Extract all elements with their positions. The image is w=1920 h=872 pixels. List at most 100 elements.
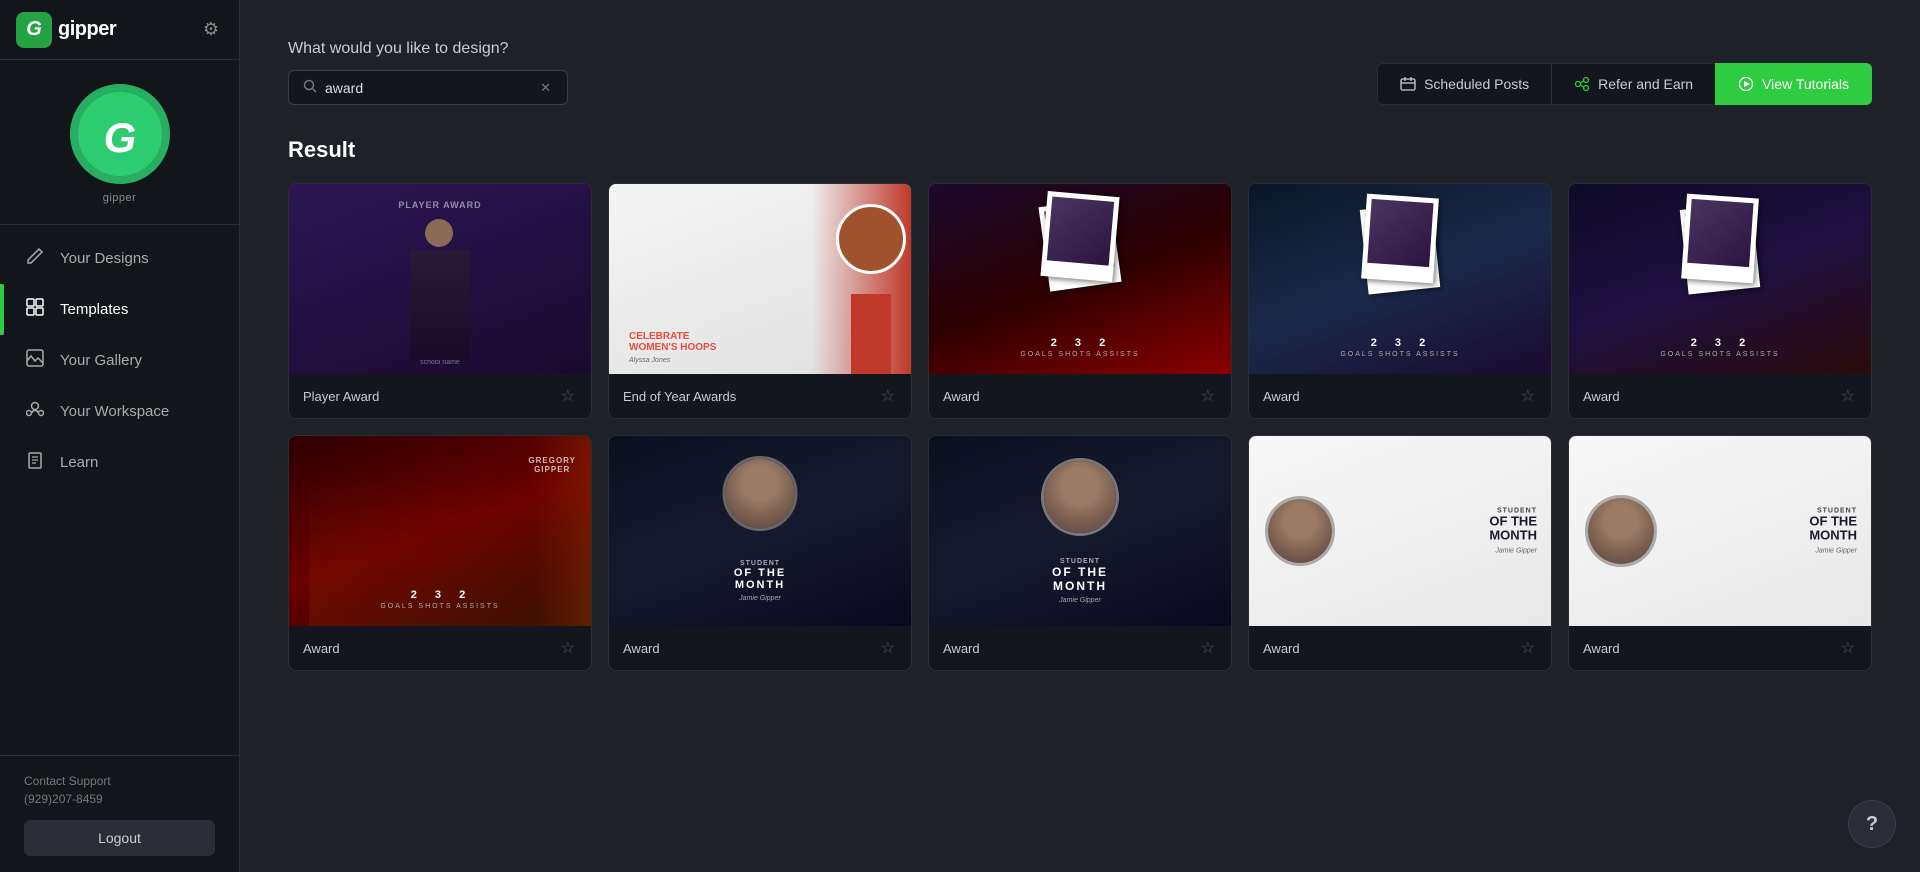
svg-text:G: G	[103, 114, 136, 161]
nav-label-your-gallery: Your Gallery	[60, 352, 142, 369]
nav-label-templates: Templates	[60, 301, 128, 318]
sidebar-item-your-gallery[interactable]: Your Gallery	[0, 335, 239, 386]
card-thumbnail: story STUDENT OF THE MONTH Jamie Gipper	[929, 436, 1231, 626]
logo-icon: G	[16, 12, 52, 48]
sidebar-item-learn[interactable]: Learn	[0, 437, 239, 488]
result-section: Result 4:5 PLAYER AWARD school name	[288, 137, 1872, 832]
avatar-section: G gipper	[0, 60, 239, 225]
help-button[interactable]: ?	[1848, 800, 1896, 848]
favorite-button[interactable]: ☆	[879, 384, 897, 408]
gallery-icon	[24, 349, 46, 372]
template-card-sotm-2[interactable]: story STUDENT OF THE MONTH Jamie Gipper	[928, 435, 1232, 671]
avatar-label: gipper	[103, 192, 137, 204]
card-visual: GREGORYGIPPER 2 3 2 GOALS SHOTS ASSISTS	[289, 436, 591, 626]
template-card-sotm-4[interactable]: STUDENT OF THEMONTH Jamie Gipper Award ☆	[1568, 435, 1872, 671]
search-input[interactable]	[325, 80, 530, 96]
card-label: Award	[623, 641, 660, 656]
card-footer: End of Year Awards ☆	[609, 374, 911, 418]
sidebar-footer: Contact Support (929)207-8459 Logout	[0, 755, 239, 872]
card-footer: Award ☆	[929, 374, 1231, 418]
card-footer: Award ☆	[1249, 374, 1551, 418]
card-label: Award	[1263, 389, 1300, 404]
template-card-award-6[interactable]: video GREGORYGIPPER 2 3 2 GOALS SHOTS AS…	[288, 435, 592, 671]
support-text: Contact Support (929)207-8459	[24, 772, 215, 808]
template-card-eoy-awards[interactable]: CELEBRATEWOMEN'S HOOPS Alyssa Jones End …	[608, 183, 912, 419]
favorite-button[interactable]: ☆	[1199, 384, 1217, 408]
settings-button[interactable]: ⚙	[199, 15, 223, 44]
card-visual: STUDENT OF THE MONTH Jamie Gipper	[929, 436, 1231, 626]
card-footer: Award ☆	[1569, 626, 1871, 670]
sidebar-header: G gipper ⚙	[0, 0, 239, 60]
workspace-icon	[24, 400, 46, 423]
favorite-button[interactable]: ☆	[559, 384, 577, 408]
favorite-button[interactable]: ☆	[559, 636, 577, 660]
card-thumbnail: story video 2 3 2 GOALS SHOTS ASSISTS	[1249, 184, 1551, 374]
card-visual: 2 3 2 GOALS SHOTS ASSISTS	[1249, 184, 1551, 374]
favorite-button[interactable]: ☆	[1199, 636, 1217, 660]
template-card-sotm-1[interactable]: 4:5 video STUDENT OF THE MONTH Jamie Gip…	[608, 435, 912, 671]
favorite-button[interactable]: ☆	[1519, 384, 1537, 408]
toolbar-buttons: Scheduled Posts Refer and Earn View Tuto…	[1377, 40, 1872, 105]
card-label: Award	[943, 641, 980, 656]
card-label: Award	[303, 641, 340, 656]
favorite-button[interactable]: ☆	[1519, 636, 1537, 660]
card-thumbnail: video 2 3 2 GOALS SHOTS ASSISTS	[1569, 184, 1871, 374]
refer-earn-button[interactable]: Refer and Earn	[1552, 63, 1715, 105]
card-thumbnail: STUDENT OF THEMONTH Jamie Gipper	[1569, 436, 1871, 626]
template-card-player-award[interactable]: 4:5 PLAYER AWARD school name Player Awar…	[288, 183, 592, 419]
card-visual: PLAYER AWARD school name	[289, 184, 591, 374]
sidebar-item-your-workspace[interactable]: Your Workspace	[0, 386, 239, 437]
search-icon	[303, 79, 317, 96]
card-label: Award	[943, 389, 980, 404]
card-label: Award	[1263, 641, 1300, 656]
template-card-award-5[interactable]: video 2 3 2 GOALS SHOTS ASSISTS	[1568, 183, 1872, 419]
template-card-sotm-3[interactable]: STUDENT OF THEMONTH Jamie Gipper Award ☆	[1248, 435, 1552, 671]
sidebar-item-your-designs[interactable]: Your Designs	[0, 233, 239, 284]
scheduled-posts-button[interactable]: Scheduled Posts	[1377, 63, 1552, 105]
card-visual: CELEBRATEWOMEN'S HOOPS Alyssa Jones	[609, 184, 911, 374]
learn-icon	[24, 451, 46, 474]
results-row-1: 4:5 PLAYER AWARD school name Player Awar…	[288, 183, 1872, 419]
search-box: ✕	[288, 70, 568, 105]
card-visual: STUDENT OF THEMONTH Jamie Gipper	[1249, 436, 1551, 626]
templates-icon	[24, 298, 46, 321]
card-label: End of Year Awards	[623, 389, 736, 404]
top-bar: What would you like to design? ✕	[288, 40, 1872, 105]
card-label: Award	[1583, 389, 1620, 404]
card-thumbnail: video GREGORYGIPPER 2 3 2 GOALS SHOTS AS…	[289, 436, 591, 626]
logout-button[interactable]: Logout	[24, 820, 215, 856]
card-thumbnail: 4:5 PLAYER AWARD school name	[289, 184, 591, 374]
card-visual: 2 3 2 GOALS SHOTS ASSISTS	[929, 184, 1231, 374]
card-thumbnail: STUDENT OF THEMONTH Jamie Gipper	[1249, 436, 1551, 626]
search-clear-button[interactable]: ✕	[538, 80, 553, 96]
nav-label-learn: Learn	[60, 454, 98, 471]
card-label: Award	[1583, 641, 1620, 656]
favorite-button[interactable]: ☆	[1839, 636, 1857, 660]
result-title: Result	[288, 137, 1872, 163]
favorite-button[interactable]: ☆	[1839, 384, 1857, 408]
card-visual: STUDENT OF THEMONTH Jamie Gipper	[1569, 436, 1871, 626]
search-section: What would you like to design? ✕	[288, 40, 1377, 105]
card-thumbnail: CELEBRATEWOMEN'S HOOPS Alyssa Jones	[609, 184, 911, 374]
card-visual: STUDENT OF THE MONTH Jamie Gipper	[609, 436, 911, 626]
template-card-award-3[interactable]: 4:5 video 2 3 2 GOALS SHOTS ASSISTS	[928, 183, 1232, 419]
favorite-button[interactable]: ☆	[879, 636, 897, 660]
nav-label-your-designs: Your Designs	[60, 250, 149, 267]
sidebar-nav: Your Designs Templates Your Gallery	[0, 225, 239, 755]
pen-icon	[24, 247, 46, 270]
card-thumbnail: 4:5 video 2 3 2 GOALS SHOTS ASSISTS	[929, 184, 1231, 374]
sidebar: G gipper ⚙ G gipper Your Designs	[0, 0, 240, 872]
nav-label-your-workspace: Your Workspace	[60, 403, 169, 420]
card-footer: Award ☆	[1569, 374, 1871, 418]
card-footer: Player Award ☆	[289, 374, 591, 418]
card-footer: Award ☆	[1249, 626, 1551, 670]
logo-wrap: G gipper	[16, 12, 116, 48]
card-label: Player Award	[303, 389, 379, 404]
card-footer: Award ☆	[929, 626, 1231, 670]
template-card-award-4[interactable]: story video 2 3 2 GOALS SHOTS ASSISTS	[1248, 183, 1552, 419]
sidebar-item-templates[interactable]: Templates	[0, 284, 239, 335]
avatar: G	[70, 84, 170, 184]
card-thumbnail: 4:5 video STUDENT OF THE MONTH Jamie Gip…	[609, 436, 911, 626]
main-content: What would you like to design? ✕	[240, 0, 1920, 872]
view-tutorials-button[interactable]: View Tutorials	[1715, 63, 1872, 105]
